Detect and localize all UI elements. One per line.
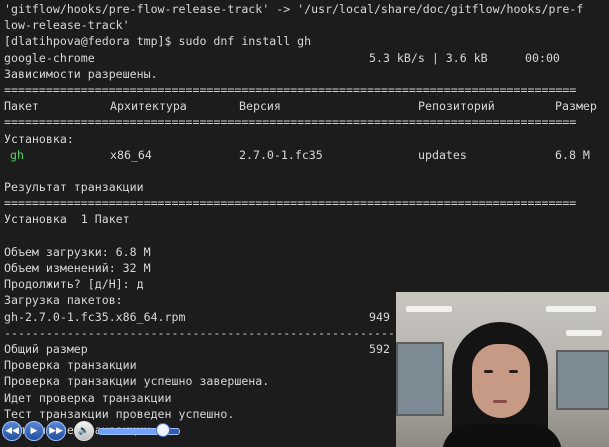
ceiling-light [566, 330, 602, 336]
deps-resolved: Зависимости разрешены. [4, 66, 158, 81]
rpm-file: gh-2.7.0-1.fc35.x86_64.rpm [4, 309, 186, 324]
volume-fill [99, 429, 163, 434]
total-size-label: Общий размер [4, 341, 88, 356]
volume-knob[interactable] [156, 423, 170, 437]
separator: ========================================… [4, 82, 577, 97]
header-arch: Архитектура [110, 99, 187, 114]
separator: ========================================… [4, 196, 577, 211]
window-frame [556, 350, 609, 410]
eye [509, 370, 518, 373]
package-arch: x86_64 [110, 147, 152, 162]
screen: 'gitflow/hooks/pre-flow-release-track' -… [0, 0, 609, 447]
download-time: 00:00 [525, 50, 560, 65]
package-size: 6.8 M [555, 147, 590, 162]
change-size: Объем изменений: 32 M [4, 261, 151, 275]
ceiling-light [406, 306, 452, 312]
download-speed: 5.3 kB/s | 3.6 kB [369, 50, 488, 65]
play-button[interactable]: ▶ [24, 421, 44, 441]
continue-prompt: Продолжить? [д/Н]: д [4, 277, 144, 292]
rpm-progress: 949 [369, 309, 390, 324]
terminal-line: 'gitflow/hooks/pre-flow-release-track' -… [4, 2, 584, 16]
download-row: google-chrome 5.3 kB/s | 3.6 kB 00:00 [4, 50, 609, 66]
speaker-icon: 🔈 [78, 426, 90, 436]
person-body [442, 424, 562, 447]
separator: ========================================… [4, 115, 577, 130]
eye [484, 370, 493, 373]
total-size-value: 592 [369, 341, 390, 356]
result-heading: Результат транзакции [4, 180, 144, 195]
next-button[interactable]: ▶▶ [46, 421, 66, 441]
next-icon: ▶▶ [49, 426, 63, 436]
terminal-line: low-release-track' [4, 18, 130, 33]
install-count: Установка 1 Пакет [4, 212, 130, 227]
previous-icon: ◀◀ [5, 426, 19, 436]
header-version: Версия [239, 99, 281, 114]
person-face [472, 344, 530, 418]
table-header: Пакет Архитектура Версия Репозиторий Раз… [4, 98, 609, 114]
header-package: Пакет [4, 99, 39, 114]
window-frame [396, 342, 444, 416]
command-line: [dlatihpova@fedora tmp]$ sudo dnf instal… [4, 34, 312, 49]
download-size: Объем загрузки: 6.8 M [4, 244, 151, 259]
webcam-overlay [396, 292, 609, 447]
header-repo: Репозиторий [418, 99, 495, 114]
header-size: Размер [555, 99, 597, 114]
repo-name: google-chrome [4, 50, 95, 65]
mute-button[interactable]: 🔈 [74, 421, 94, 441]
table-row: gh x86_64 2.7.0-1.fc35 updates 6.8 M [4, 147, 609, 163]
play-icon: ▶ [30, 426, 38, 436]
mouth [493, 400, 507, 403]
install-heading: Установка: [4, 131, 74, 146]
package-name: gh [10, 147, 24, 162]
package-repo: updates [418, 147, 467, 162]
package-version: 2.7.0-1.fc35 [239, 147, 323, 162]
media-controls: ◀◀ ▶ ▶▶ 🔈 [0, 419, 200, 443]
ceiling-light [546, 306, 596, 312]
previous-button[interactable]: ◀◀ [2, 421, 22, 441]
